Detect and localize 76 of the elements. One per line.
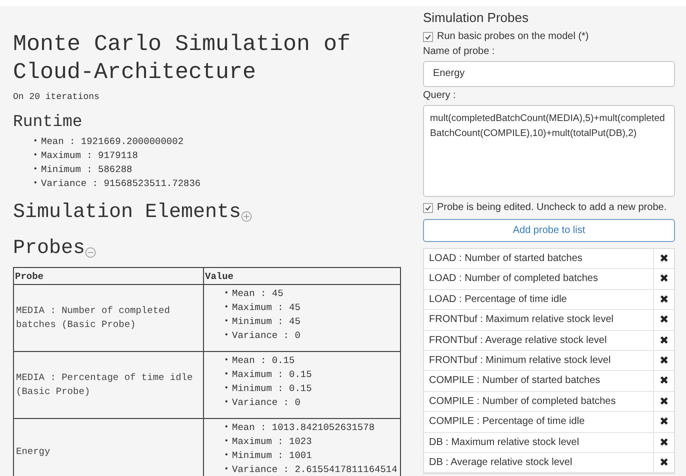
probe-list-item[interactable]: LOAD : Percentage of time idle bbox=[424, 290, 653, 310]
bullet: • bbox=[224, 355, 230, 367]
bullet: • bbox=[33, 136, 39, 148]
bullet: • bbox=[33, 150, 39, 162]
bullet: • bbox=[224, 422, 230, 434]
stat-item: Variance : 91568523511.72836 bbox=[41, 177, 201, 191]
query-field[interactable]: mult(completedBatchCount(MEDIA),5)+mult(completedBatchCount(COMPILE),10)+mult(totalPut(DB),2) bbox=[423, 105, 675, 197]
probe-name: MEDIA : Percentage of time idle (Basic Probe) bbox=[16, 372, 193, 397]
add-probe-button[interactable]: Add probe to list bbox=[423, 219, 675, 242]
stat-item: Maximum : 1023 bbox=[232, 435, 312, 449]
field-label: Query : bbox=[423, 90, 457, 103]
stat-item: Minimum : 45 bbox=[232, 315, 300, 329]
stat-item: Minimum : 586288 bbox=[41, 163, 132, 177]
stat-item: Minimum : 1001 bbox=[232, 449, 312, 463]
bullet: • bbox=[224, 464, 230, 476]
bullet: • bbox=[33, 178, 39, 190]
remove-button[interactable]: ✖ bbox=[653, 412, 674, 432]
probe-list-item[interactable]: LOAD : Number of completed batches bbox=[424, 269, 653, 289]
bullet: • bbox=[224, 316, 230, 328]
stat-item: Minimum : 0.15 bbox=[232, 382, 312, 396]
iterations-note: On 20 iterations bbox=[13, 92, 100, 102]
remove-button[interactable]: ✖ bbox=[653, 392, 674, 412]
probe-list-item[interactable]: FRONTbuf : Minimum relative stock level bbox=[424, 350, 653, 370]
checkbox[interactable] bbox=[423, 202, 433, 212]
probe-name: MEDIA : Number of completed batches (Basic Probe) bbox=[16, 305, 170, 330]
panel-title: Simulation Probes bbox=[423, 10, 530, 25]
probe-list-item[interactable]: COMPILE : Number of started batches bbox=[424, 371, 653, 391]
expand-icon[interactable] bbox=[241, 210, 252, 222]
probe-name: Energy bbox=[16, 446, 50, 457]
column-header: Probe bbox=[14, 268, 204, 284]
stat-item: Variance : 0 bbox=[232, 329, 300, 343]
stat-item: Maximum : 9179118 bbox=[41, 149, 138, 163]
remove-button[interactable]: ✖ bbox=[653, 310, 674, 330]
column-header: Value bbox=[204, 268, 400, 284]
stat-item: Mean : 1013.8421052631578 bbox=[232, 421, 375, 435]
input-field[interactable]: Energy bbox=[423, 61, 675, 87]
checkbox-label: Probe is being edited. Uncheck to add a new probe. bbox=[437, 202, 667, 213]
bullet: • bbox=[224, 397, 230, 409]
probe-list-item[interactable]: COMPILE : Percentage of time idle bbox=[424, 412, 653, 432]
bullet: • bbox=[224, 288, 230, 300]
checkbox[interactable] bbox=[423, 32, 433, 42]
probe-list-item[interactable]: DB : Maximum relative stock level bbox=[424, 432, 653, 452]
stat-item: Mean : 1921669.2000000002 bbox=[41, 135, 184, 149]
section-heading: Runtime bbox=[13, 112, 84, 131]
stat-item: Mean : 45 bbox=[232, 287, 284, 301]
bullet: • bbox=[224, 383, 230, 395]
section-heading: Simulation Elements bbox=[13, 200, 242, 226]
remove-button[interactable]: ✖ bbox=[653, 330, 674, 350]
field-label: Name of probe : bbox=[423, 46, 496, 59]
stat-item: Variance : 2.6155417811164514 bbox=[232, 463, 398, 476]
checkbox-label: Run basic probes on the model (*) bbox=[437, 31, 589, 42]
probe-list-item[interactable]: COMPILE : Number of completed batches bbox=[424, 392, 653, 412]
remove-button[interactable]: ✖ bbox=[653, 452, 674, 472]
remove-button[interactable]: ✖ bbox=[653, 371, 674, 391]
probe-list-item[interactable]: FRONTbuf : Maximum relative stock level bbox=[424, 310, 653, 330]
stat-item: Maximum : 0.15 bbox=[232, 368, 312, 382]
bullet: • bbox=[224, 330, 230, 342]
bullet: • bbox=[224, 369, 230, 381]
stat-item: Variance : 0 bbox=[232, 396, 300, 410]
remove-button[interactable]: ✖ bbox=[653, 269, 674, 289]
section-heading: Probes bbox=[13, 236, 86, 262]
stat-item: Mean : 0.15 bbox=[232, 354, 295, 368]
collapse-icon[interactable] bbox=[85, 246, 96, 258]
remove-button[interactable]: ✖ bbox=[653, 432, 674, 452]
remove-button[interactable]: ✖ bbox=[653, 290, 674, 310]
stat-item: Maximum : 45 bbox=[232, 301, 300, 315]
probe-list-item[interactable]: LOAD : Number of started batches bbox=[424, 249, 653, 268]
bullet: • bbox=[33, 164, 39, 176]
remove-button[interactable]: ✖ bbox=[653, 350, 674, 370]
probe-list-item[interactable]: FRONTbuf : Average relative stock level bbox=[424, 330, 653, 350]
bullet: • bbox=[224, 436, 230, 448]
probe-list-item[interactable]: DB : Average relative stock level bbox=[424, 452, 653, 472]
page-title: Monte Carlo Simulation of Cloud-Architecture bbox=[13, 30, 352, 86]
bullet: • bbox=[224, 302, 230, 314]
remove-button[interactable]: ✖ bbox=[653, 249, 674, 268]
bullet: • bbox=[224, 450, 230, 462]
